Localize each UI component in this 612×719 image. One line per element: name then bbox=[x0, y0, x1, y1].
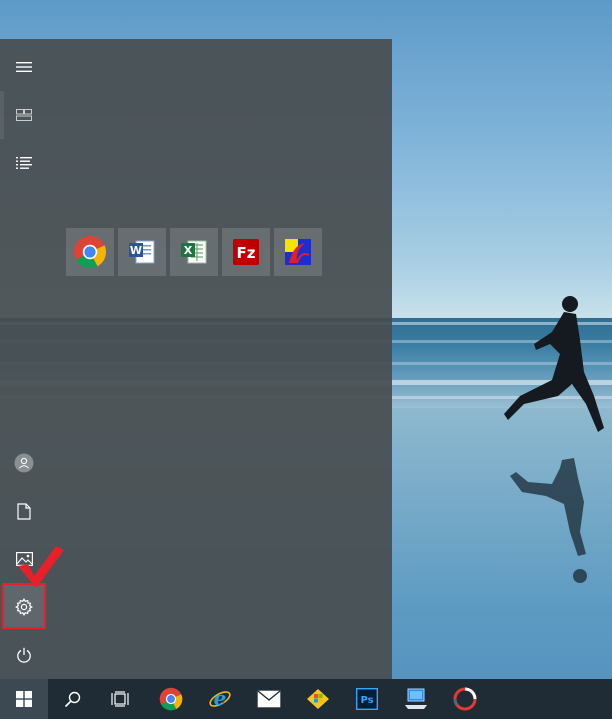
runner-silhouette bbox=[504, 296, 604, 583]
search-icon bbox=[64, 691, 80, 707]
word-letter: W bbox=[130, 244, 142, 257]
tile-microsoft-excel[interactable]: X bbox=[170, 228, 218, 276]
chrome-icon bbox=[159, 687, 183, 711]
account-button[interactable] bbox=[0, 439, 48, 487]
task-view-icon bbox=[111, 691, 129, 707]
settings-button[interactable] bbox=[0, 583, 48, 631]
taskbar: e Ps bbox=[0, 679, 612, 719]
power-icon bbox=[17, 647, 31, 663]
search-button[interactable] bbox=[48, 679, 96, 719]
taskbar-remote-desktop[interactable] bbox=[392, 679, 440, 719]
document-icon bbox=[17, 502, 31, 520]
store-icon bbox=[307, 689, 329, 709]
tile-adobe-app[interactable] bbox=[274, 228, 322, 276]
tile-filezilla[interactable]: Fz bbox=[222, 228, 270, 276]
adobe-icon bbox=[285, 239, 311, 265]
taskbar-internet-explorer[interactable]: e bbox=[196, 679, 244, 719]
filezilla-letters: Fz bbox=[237, 244, 256, 262]
all-apps-button[interactable] bbox=[0, 139, 48, 187]
circle-app-icon bbox=[453, 687, 477, 711]
list-icon bbox=[16, 157, 32, 169]
filezilla-icon: Fz bbox=[233, 239, 259, 265]
photoshop-icon: Ps bbox=[356, 688, 378, 710]
taskbar-store[interactable] bbox=[294, 679, 342, 719]
taskbar-photoshop[interactable]: Ps bbox=[343, 679, 391, 719]
tiles-icon bbox=[16, 109, 32, 121]
power-button[interactable] bbox=[0, 631, 48, 679]
start-menu: W X Fz bbox=[0, 39, 392, 679]
documents-button[interactable] bbox=[0, 487, 48, 535]
ie-icon: e bbox=[209, 687, 231, 710]
pinned-tiles-group: W X Fz bbox=[66, 228, 322, 276]
pinned-tiles-button[interactable] bbox=[0, 91, 48, 139]
tile-microsoft-word[interactable]: W bbox=[118, 228, 166, 276]
expand-menu-button[interactable] bbox=[0, 43, 48, 91]
user-icon bbox=[14, 453, 34, 473]
remote-desktop-icon bbox=[405, 688, 427, 709]
taskbar-chrome[interactable] bbox=[147, 679, 195, 719]
photoshop-letters: Ps bbox=[360, 695, 373, 706]
hamburger-icon bbox=[16, 62, 32, 72]
taskbar-mail[interactable] bbox=[245, 679, 293, 719]
task-view-button[interactable] bbox=[96, 679, 144, 719]
svg-text:e: e bbox=[214, 687, 227, 710]
start-button[interactable] bbox=[0, 679, 48, 719]
red-checkmark-annotation bbox=[18, 546, 64, 588]
tile-google-chrome[interactable] bbox=[66, 228, 114, 276]
windows-icon bbox=[16, 691, 32, 707]
chrome-icon bbox=[74, 236, 107, 269]
excel-letter: X bbox=[184, 244, 193, 257]
gear-icon bbox=[15, 598, 33, 616]
mail-icon bbox=[257, 690, 281, 708]
word-icon: W bbox=[129, 240, 155, 264]
taskbar-recording-app[interactable] bbox=[441, 679, 489, 719]
excel-icon: X bbox=[181, 240, 207, 264]
